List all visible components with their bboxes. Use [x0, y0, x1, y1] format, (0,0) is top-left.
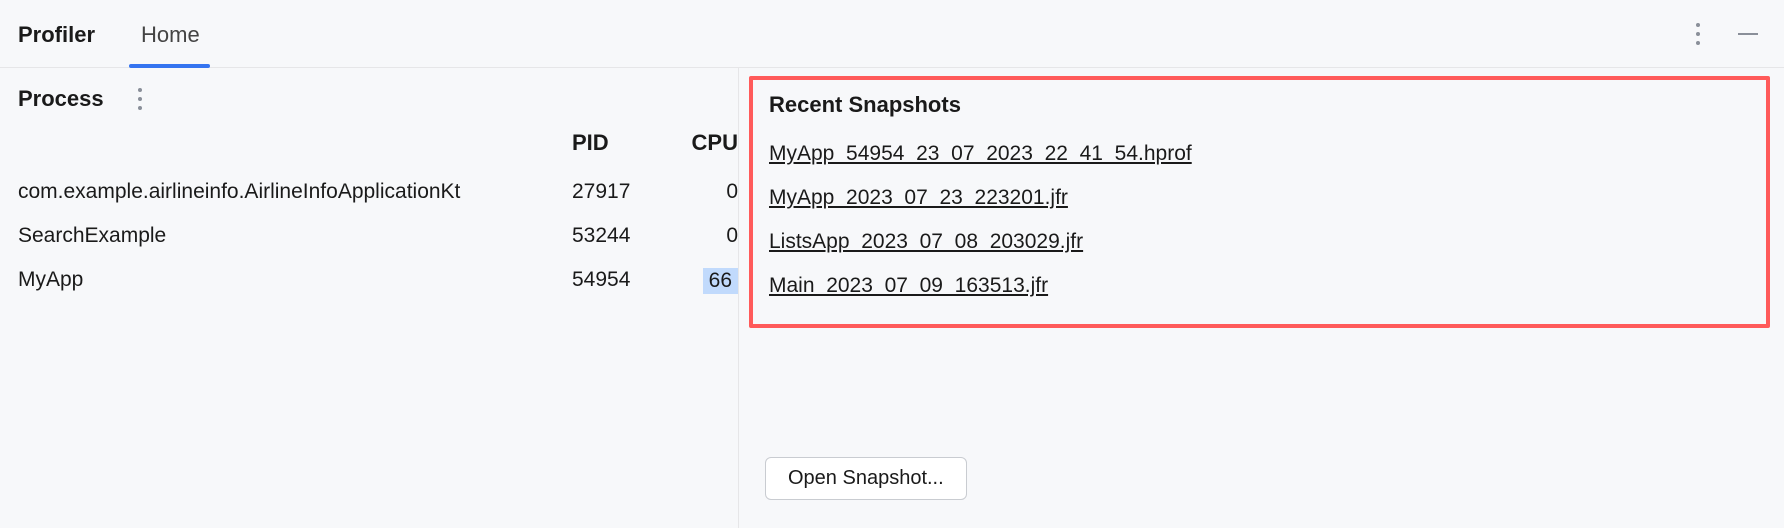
process-cpu: 0 — [672, 224, 738, 248]
highlight-box: Recent Snapshots MyApp_54954_23_07_2023_… — [749, 76, 1770, 328]
tab-home[interactable]: Home — [141, 2, 220, 66]
process-cpu: 0 — [672, 180, 738, 204]
header-actions — [1690, 0, 1770, 68]
process-menu-icon[interactable] — [132, 82, 148, 116]
process-name: SearchExample — [18, 224, 572, 248]
process-table-header: PID CPU — [18, 130, 738, 170]
list-item[interactable]: MyApp_54954_23_07_2023_22_41_54.hprof — [769, 132, 1750, 176]
more-options-icon[interactable] — [1690, 17, 1706, 51]
list-item[interactable]: ListsApp_2023_07_08_203029.jfr — [769, 220, 1750, 264]
process-table: PID CPU com.example.airlineinfo.AirlineI… — [18, 130, 738, 304]
profiler-window: Profiler Home Process PID CPU — [0, 0, 1784, 528]
process-title: Process — [18, 86, 104, 112]
tab-strip: Profiler Home — [0, 2, 246, 66]
column-cpu[interactable]: CPU — [672, 130, 738, 156]
open-snapshot-button[interactable]: Open Snapshot... — [765, 457, 967, 500]
process-pid: 54954 — [572, 268, 672, 294]
table-row[interactable]: SearchExample 53244 0 — [18, 214, 738, 258]
process-header: Process — [18, 82, 738, 116]
content-area: Process PID CPU com.example.airlineinfo.… — [0, 68, 1784, 528]
snapshots-panel: Recent Snapshots MyApp_54954_23_07_2023_… — [738, 68, 1784, 528]
process-panel: Process PID CPU com.example.airlineinfo.… — [0, 68, 738, 528]
process-cpu: 66 — [672, 268, 738, 294]
list-item[interactable]: MyApp_2023_07_23_223201.jfr — [769, 176, 1750, 220]
table-row[interactable]: MyApp 54954 66 — [18, 258, 738, 304]
column-pid[interactable]: PID — [572, 130, 672, 156]
process-pid: 27917 — [572, 180, 672, 204]
list-item[interactable]: Main_2023_07_09_163513.jfr — [769, 264, 1750, 308]
table-row[interactable]: com.example.airlineinfo.AirlineInfoAppli… — [18, 170, 738, 214]
header-bar: Profiler Home — [0, 0, 1784, 68]
snapshots-title: Recent Snapshots — [769, 92, 1750, 118]
process-name: MyApp — [18, 268, 572, 294]
process-pid: 53244 — [572, 224, 672, 248]
tab-profiler[interactable]: Profiler — [18, 2, 115, 66]
minimize-icon[interactable] — [1738, 33, 1758, 36]
process-name: com.example.airlineinfo.AirlineInfoAppli… — [18, 180, 572, 204]
